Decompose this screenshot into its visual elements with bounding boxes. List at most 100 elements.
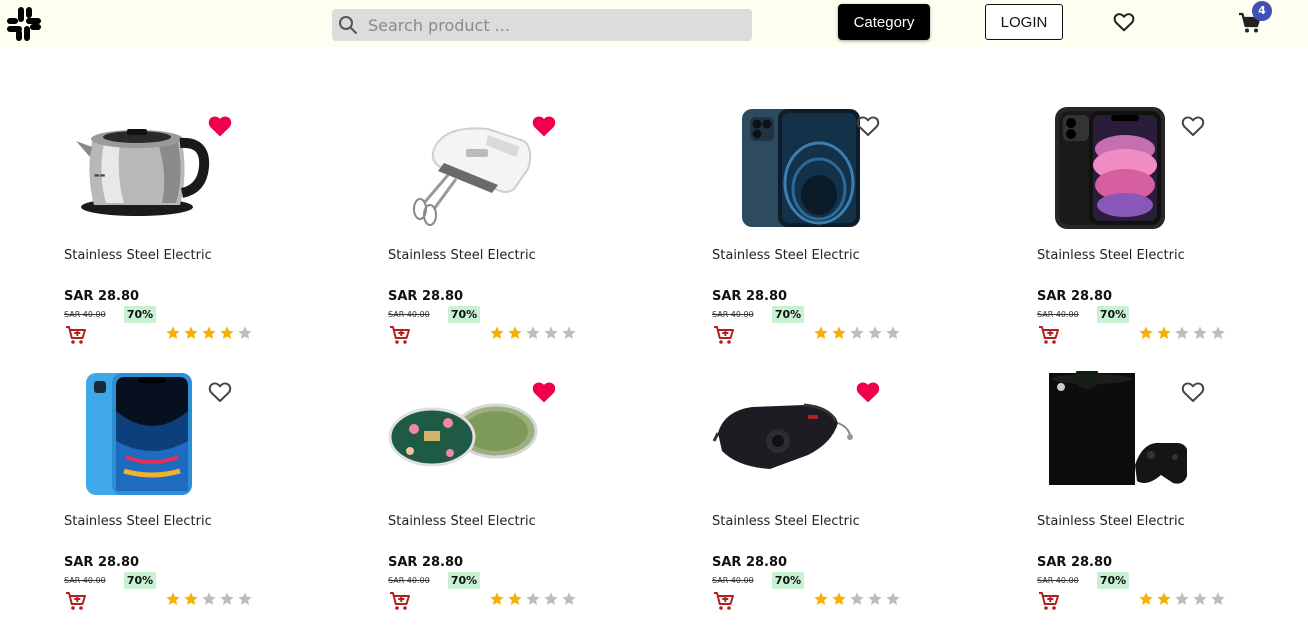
product-card[interactable]: Stainless Steel Electric SAR 28.80 SAR 4…	[1037, 365, 1297, 621]
search-icon[interactable]	[338, 15, 358, 35]
search-input[interactable]	[368, 9, 746, 41]
product-name[interactable]: Stainless Steel Electric	[1037, 248, 1185, 263]
star-icon	[184, 592, 198, 605]
product-card[interactable]: Stainless Steel Electric SAR 28.80 SAR 4…	[712, 371, 972, 621]
star-icon	[850, 326, 864, 339]
product-price: SAR 28.80	[64, 555, 140, 570]
product-name[interactable]: Stainless Steel Electric	[712, 514, 860, 529]
favorite-heart-icon[interactable]	[1181, 381, 1205, 403]
star-icon	[166, 592, 180, 605]
star-icon	[562, 326, 576, 339]
star-icon	[220, 326, 234, 339]
product-image[interactable]	[1037, 105, 1187, 231]
product-card[interactable]: Stainless Steel Electric SAR 28.80 SAR 4…	[712, 105, 972, 355]
star-icon	[832, 592, 846, 605]
star-icon	[1157, 326, 1171, 339]
product-card[interactable]: Stainless Steel Electric SAR 28.80 SAR 4…	[388, 105, 648, 355]
add-to-cart-icon[interactable]	[65, 591, 87, 611]
discount-badge: 70%	[1097, 306, 1129, 323]
product-card[interactable]: ▬▬ Stainless Steel Electric SAR 28.80 SA…	[64, 105, 324, 355]
product-card[interactable]: Stainless Steel Electric SAR 28.80 SAR 4…	[64, 371, 324, 621]
rating-stars	[165, 325, 255, 343]
star-icon	[238, 592, 252, 605]
rating-stars	[813, 591, 903, 609]
add-to-cart-icon[interactable]	[713, 325, 735, 345]
star-icon	[220, 592, 234, 605]
product-image[interactable]: ▬▬	[64, 105, 214, 231]
product-image[interactable]	[1037, 365, 1190, 497]
slack-logo-icon[interactable]	[5, 5, 43, 43]
star-icon	[1139, 326, 1153, 339]
star-icon	[490, 592, 504, 605]
star-icon	[526, 592, 540, 605]
star-icon	[886, 592, 900, 605]
add-to-cart-icon[interactable]	[1038, 325, 1060, 345]
favorite-heart-icon[interactable]	[856, 381, 880, 403]
favorite-heart-icon[interactable]	[208, 115, 232, 137]
product-price: SAR 28.80	[388, 555, 464, 570]
star-icon	[1211, 326, 1225, 339]
login-button[interactable]: LOGIN	[985, 4, 1063, 40]
product-name[interactable]: Stainless Steel Electric	[712, 248, 860, 263]
add-to-cart-icon[interactable]	[713, 591, 735, 611]
star-icon	[832, 326, 846, 339]
star-icon	[868, 326, 882, 339]
product-image[interactable]	[388, 371, 538, 497]
cart-count-badge: 4	[1252, 1, 1272, 21]
search-bar	[332, 9, 752, 41]
favorite-heart-icon[interactable]	[532, 381, 556, 403]
star-icon	[544, 592, 558, 605]
star-icon	[814, 592, 828, 605]
discount-badge: 70%	[448, 572, 480, 589]
product-card[interactable]: Stainless Steel Electric SAR 28.80 SAR 4…	[1037, 105, 1297, 355]
star-icon	[166, 326, 180, 339]
product-name[interactable]: Stainless Steel Electric	[388, 514, 536, 529]
rating-stars	[489, 325, 579, 343]
discount-badge: 70%	[124, 306, 156, 323]
product-price: SAR 28.80	[64, 289, 140, 304]
product-name[interactable]: Stainless Steel Electric	[64, 248, 212, 263]
category-button[interactable]: Category	[838, 4, 930, 40]
add-to-cart-icon[interactable]	[389, 325, 411, 345]
star-icon	[508, 592, 522, 605]
favorite-heart-icon[interactable]	[856, 115, 880, 137]
add-to-cart-icon[interactable]	[65, 325, 87, 345]
wishlist-heart-icon[interactable]	[1113, 11, 1135, 33]
product-card[interactable]: Stainless Steel Electric SAR 28.80 SAR 4…	[388, 371, 648, 621]
top-navbar: Category LOGIN 4	[0, 0, 1308, 47]
star-icon	[202, 592, 216, 605]
star-icon	[1193, 592, 1207, 605]
favorite-heart-icon[interactable]	[1181, 115, 1205, 137]
discount-badge: 70%	[124, 572, 156, 589]
star-icon	[1175, 326, 1189, 339]
star-icon	[526, 326, 540, 339]
favorite-heart-icon[interactable]	[208, 381, 232, 403]
rating-stars	[165, 591, 255, 609]
product-price: SAR 28.80	[1037, 289, 1113, 304]
product-old-price: SAR 40.00	[64, 310, 106, 319]
product-image[interactable]	[712, 371, 862, 497]
star-icon	[1139, 592, 1153, 605]
product-image[interactable]	[64, 371, 214, 497]
product-old-price: SAR 40.00	[388, 576, 430, 585]
product-name[interactable]: Stainless Steel Electric	[64, 514, 212, 529]
star-icon	[1157, 592, 1171, 605]
product-old-price: SAR 40.00	[64, 576, 106, 585]
star-icon	[850, 592, 864, 605]
product-name[interactable]: Stainless Steel Electric	[1037, 514, 1185, 529]
product-image[interactable]	[388, 105, 538, 231]
add-to-cart-icon[interactable]	[1038, 591, 1060, 611]
star-icon	[184, 326, 198, 339]
svg-text:▬▬: ▬▬	[94, 172, 106, 179]
product-old-price: SAR 40.00	[712, 310, 754, 319]
rating-stars	[813, 325, 903, 343]
favorite-heart-icon[interactable]	[532, 115, 556, 137]
product-old-price: SAR 40.00	[388, 310, 430, 319]
discount-badge: 70%	[772, 572, 804, 589]
star-icon	[1175, 592, 1189, 605]
product-image[interactable]	[712, 105, 862, 231]
add-to-cart-icon[interactable]	[389, 591, 411, 611]
star-icon	[202, 326, 216, 339]
product-name[interactable]: Stainless Steel Electric	[388, 248, 536, 263]
star-icon	[490, 326, 504, 339]
